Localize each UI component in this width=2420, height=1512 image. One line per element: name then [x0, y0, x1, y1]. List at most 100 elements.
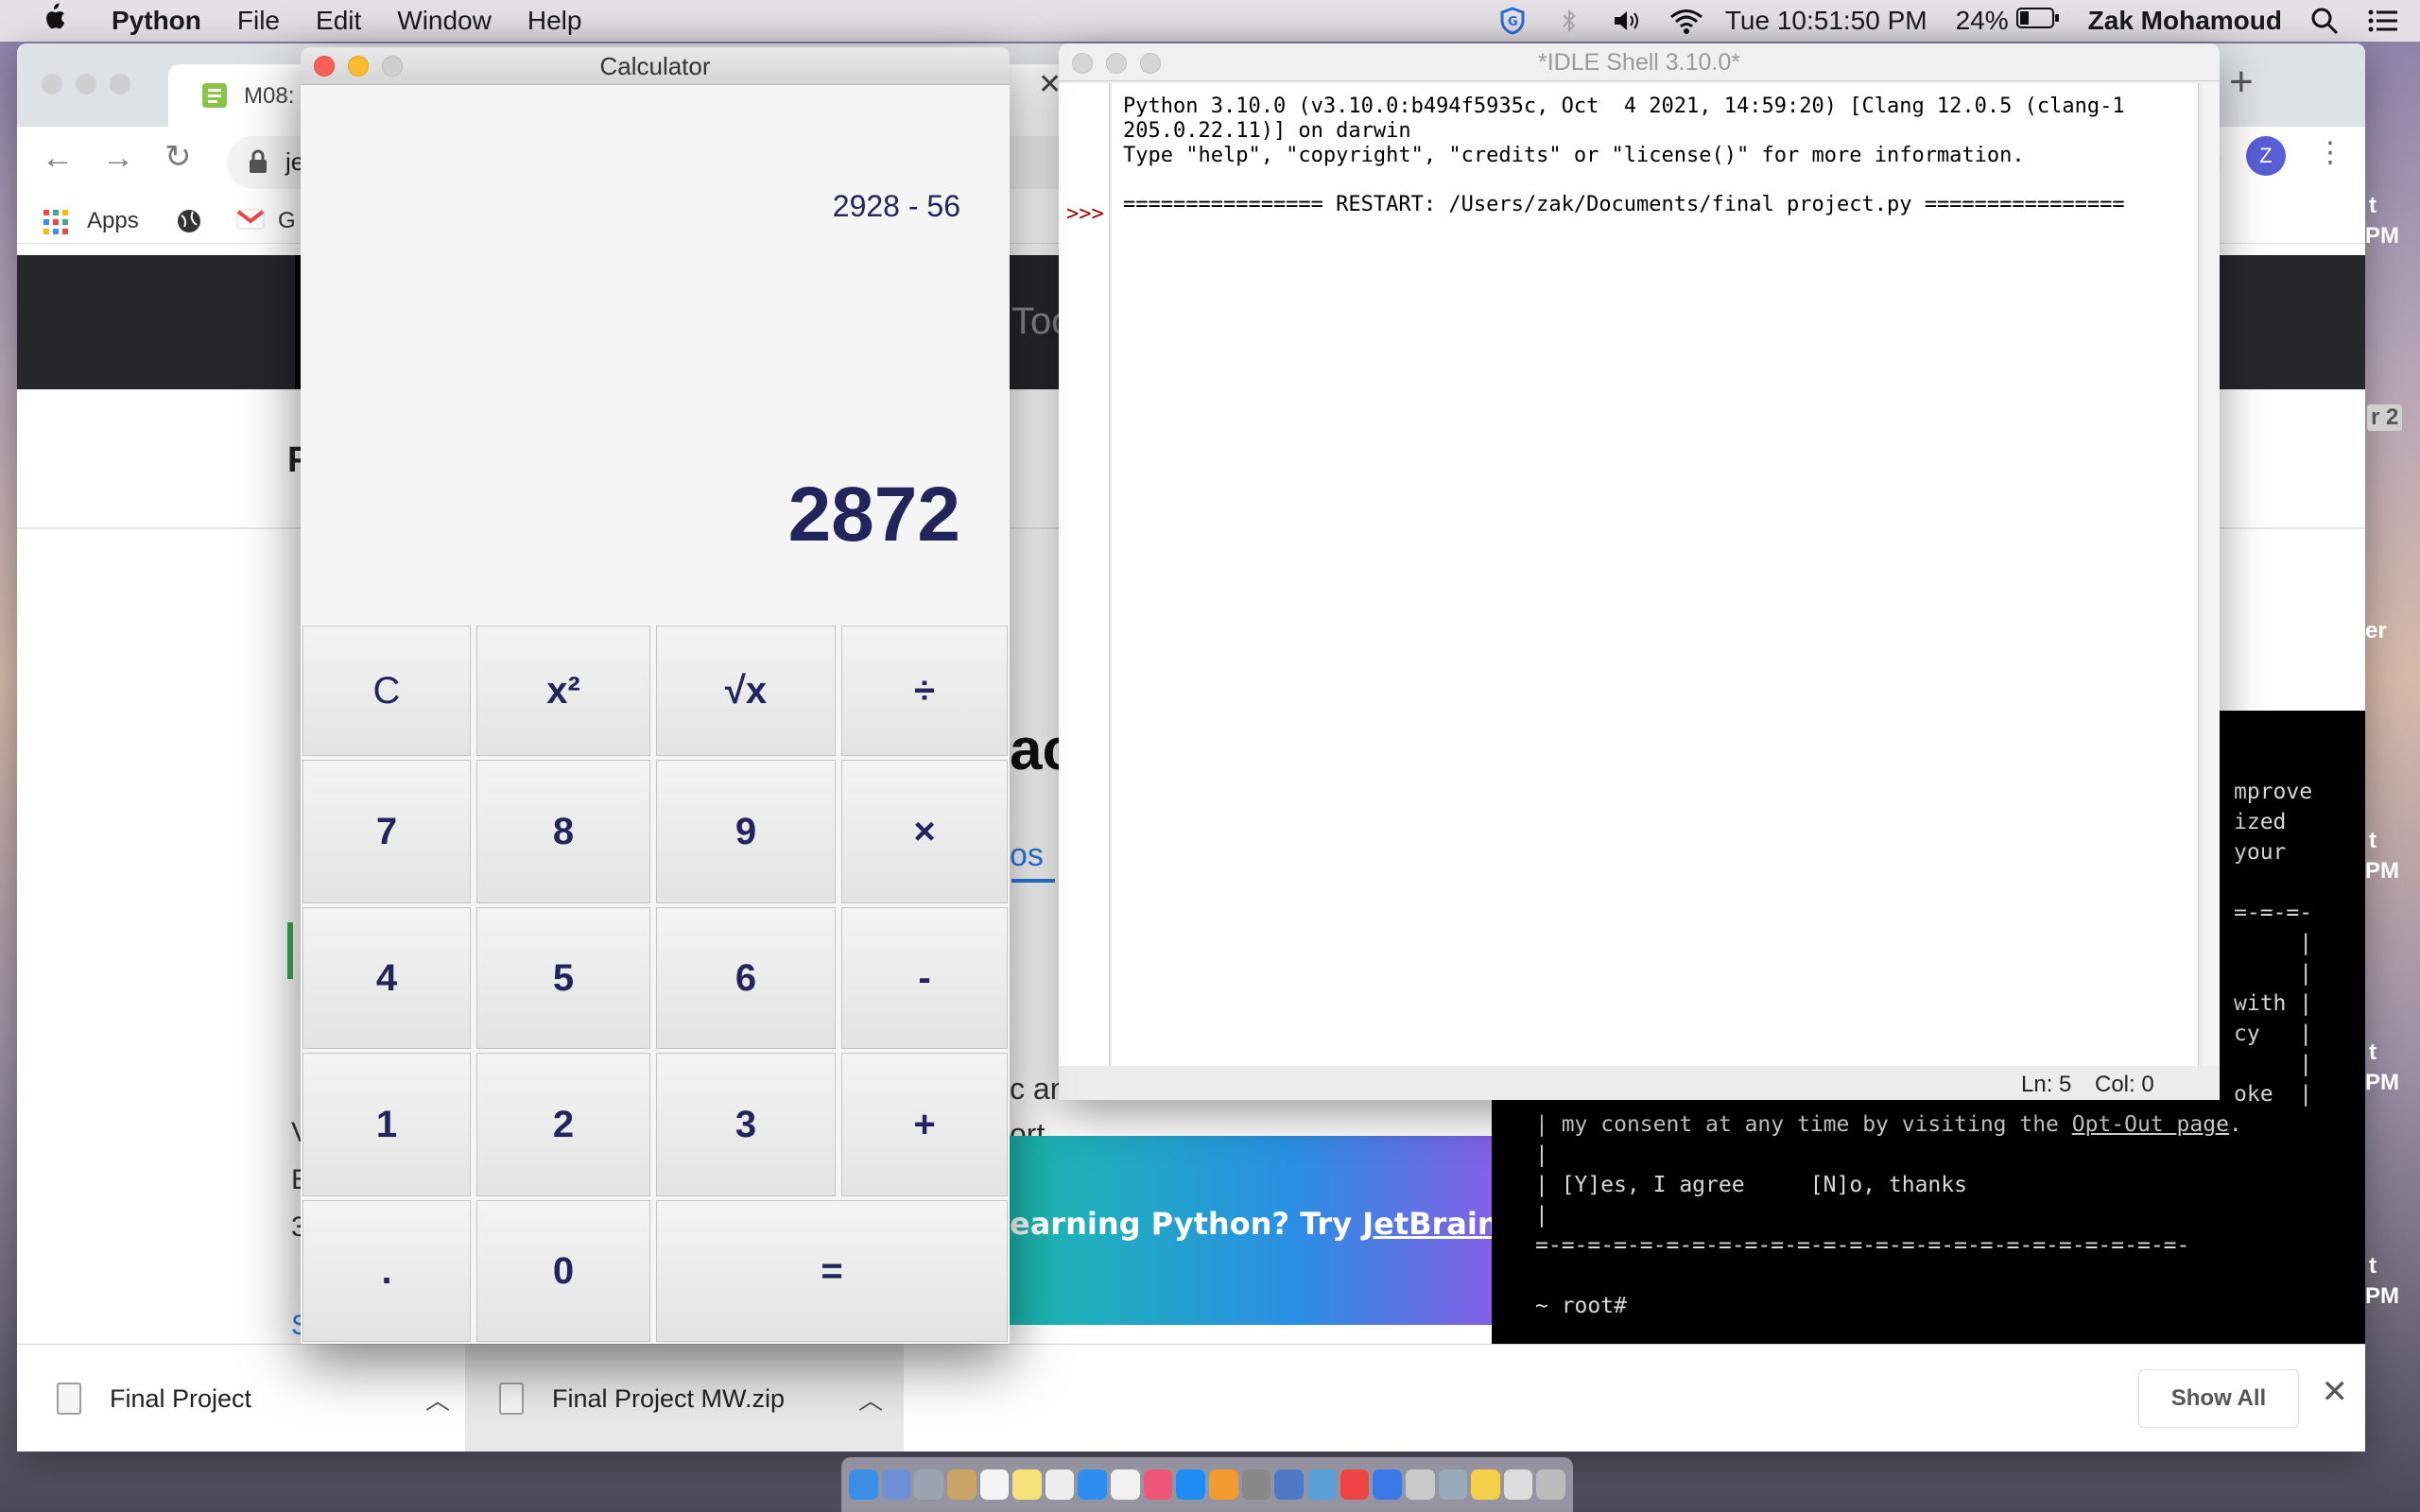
safari-compass-icon[interactable]: [1078, 1469, 1108, 1500]
menu-help[interactable]: Help: [527, 6, 582, 36]
music-icon[interactable]: [1143, 1469, 1173, 1500]
download-item[interactable]: Final Project ︿: [57, 1345, 454, 1452]
user-name[interactable]: Zak Mohamoud: [2088, 6, 2282, 36]
python-launcher-icon[interactable]: [1405, 1469, 1435, 1500]
minus-button[interactable]: -: [841, 907, 1008, 1049]
digit-6-button[interactable]: 6: [656, 907, 836, 1049]
minimize-window-button[interactable]: [348, 56, 369, 77]
divide-button[interactable]: ÷: [841, 626, 1008, 756]
new-tab-icon[interactable]: +: [2229, 59, 2254, 106]
system-preferences-icon[interactable]: [1241, 1469, 1271, 1500]
digit-9-button[interactable]: 9: [656, 760, 836, 903]
close-window-button[interactable]: [42, 74, 62, 94]
terminal-rule: =-=-=-=-=-=-=-=-=-=-=-=-=-=-=-=-=-=-=-=-…: [1535, 1233, 2190, 1258]
globe-icon[interactable]: [176, 208, 202, 241]
battery-status[interactable]: 24%: [1956, 6, 2060, 36]
bluetooth-app-icon[interactable]: [1274, 1469, 1304, 1500]
apps-grid-icon[interactable]: [43, 210, 68, 241]
idle-icon[interactable]: [1471, 1469, 1500, 1500]
equals-button[interactable]: =: [656, 1200, 1008, 1342]
idle-text-area[interactable]: Python 3.10.0 (v3.10.0:b494f5935c, Oct 4…: [1112, 83, 2199, 1066]
side-fragment: PM: [2365, 1283, 2399, 1309]
side-fragment: PM: [2365, 223, 2399, 249]
download-item[interactable]: Final Project MW.zip ︿: [499, 1345, 896, 1452]
digit-5-button[interactable]: 5: [476, 907, 650, 1049]
safari-icon[interactable]: [914, 1469, 943, 1500]
status-line: Ln: 5: [2021, 1072, 2072, 1097]
virtualbox-icon[interactable]: [1438, 1469, 1468, 1500]
more-menu-icon[interactable]: ⋮: [2316, 136, 2344, 169]
grammarly-icon[interactable]: G: [1498, 7, 1527, 35]
zoom-window-button[interactable]: [110, 74, 130, 94]
menu-file[interactable]: File: [237, 6, 280, 36]
forward-icon[interactable]: →: [102, 140, 134, 177]
zip-file-icon: [57, 1383, 81, 1415]
zoom-app-icon[interactable]: [1373, 1469, 1402, 1500]
svg-text:G: G: [1508, 15, 1518, 29]
clear-button[interactable]: C: [302, 626, 471, 756]
volume-icon[interactable]: [1612, 7, 1640, 35]
chevron-up-icon[interactable]: ︿: [425, 1382, 450, 1417]
digit-1-button[interactable]: 1: [302, 1053, 471, 1196]
plus-button[interactable]: +: [841, 1053, 1008, 1196]
square-button[interactable]: x²: [476, 626, 650, 756]
terminal-blank-line: |: [1535, 1143, 1548, 1167]
bookmark-gmail[interactable]: G: [278, 208, 296, 234]
clock[interactable]: Tue 10:51:50 PM: [1725, 6, 1927, 36]
decimal-button[interactable]: .: [302, 1200, 471, 1342]
multiply-button[interactable]: ×: [841, 760, 1008, 903]
spotlight-search-icon[interactable]: [2310, 7, 2339, 35]
calculator-titlebar: Calculator: [301, 47, 1010, 85]
idle-scrollbar[interactable]: [2203, 83, 2220, 1066]
script-editor-icon[interactable]: [1503, 1469, 1533, 1500]
profile-avatar[interactable]: Z: [2246, 136, 2286, 176]
digit-2-button[interactable]: 2: [476, 1053, 650, 1196]
reload-icon[interactable]: ↻: [164, 138, 192, 176]
side-fragment: t: [2369, 193, 2377, 218]
stickies-icon[interactable]: [1012, 1469, 1042, 1500]
gmail-icon[interactable]: [236, 208, 265, 237]
idle-title: *IDLE Shell 3.10.0*: [1537, 49, 1741, 76]
close-window-button[interactable]: [1072, 53, 1093, 74]
bluetooth-icon[interactable]: [1555, 7, 1583, 35]
digit-0-button[interactable]: 0: [476, 1200, 650, 1342]
opt-out-link[interactable]: Opt-Out page: [2072, 1112, 2229, 1137]
launchpad-icon[interactable]: [881, 1469, 911, 1500]
terminal-choice-line[interactable]: | [Y]es, I agree [N]o, thanks: [1492, 1170, 2365, 1200]
calendar-icon[interactable]: [979, 1469, 1010, 1500]
side-fragment: r 2: [2367, 404, 2403, 431]
chevron-up-icon[interactable]: ︿: [858, 1382, 883, 1417]
zoom-window-button[interactable]: [1140, 53, 1161, 74]
textedit-icon[interactable]: [1045, 1469, 1075, 1500]
zoom-window-button[interactable]: [382, 56, 403, 77]
close-download-bar-icon[interactable]: ✕: [2322, 1373, 2349, 1411]
app-store-icon[interactable]: [1176, 1469, 1206, 1500]
back-icon[interactable]: ←: [42, 140, 74, 177]
digit-3-button[interactable]: 3: [656, 1053, 836, 1196]
minimize-window-button[interactable]: [76, 74, 96, 94]
notification-center-icon[interactable]: [2367, 7, 2397, 35]
finder-icon[interactable]: [849, 1469, 878, 1500]
close-window-button[interactable]: [314, 56, 335, 77]
digit-8-button[interactable]: 8: [476, 760, 650, 903]
show-all-button[interactable]: Show All: [2138, 1369, 2299, 1428]
menu-window[interactable]: Window: [397, 6, 492, 36]
notes-app-icon[interactable]: [946, 1469, 977, 1500]
page-link-fragment[interactable]: os: [1010, 837, 1044, 874]
bookmark-apps[interactable]: Apps: [87, 208, 139, 234]
idle-titlebar: *IDLE Shell 3.10.0*: [1059, 43, 2220, 81]
chrome-icon[interactable]: [1340, 1469, 1370, 1500]
menu-app-name[interactable]: Python: [112, 6, 201, 36]
preview-icon[interactable]: [1111, 1469, 1140, 1500]
minimize-window-button[interactable]: [1106, 53, 1127, 74]
apple-icon[interactable]: [40, 2, 68, 40]
wifi-icon[interactable]: [1668, 7, 1703, 35]
books-icon[interactable]: [1209, 1469, 1238, 1500]
terminal-prompt[interactable]: ~ root#: [1492, 1291, 2365, 1321]
photos-icon[interactable]: [1306, 1469, 1337, 1500]
trash-icon[interactable]: [1536, 1469, 1566, 1500]
digit-4-button[interactable]: 4: [302, 907, 471, 1049]
menu-edit[interactable]: Edit: [316, 6, 361, 36]
digit-7-button[interactable]: 7: [302, 760, 471, 903]
sqrt-button[interactable]: √x: [656, 626, 836, 756]
